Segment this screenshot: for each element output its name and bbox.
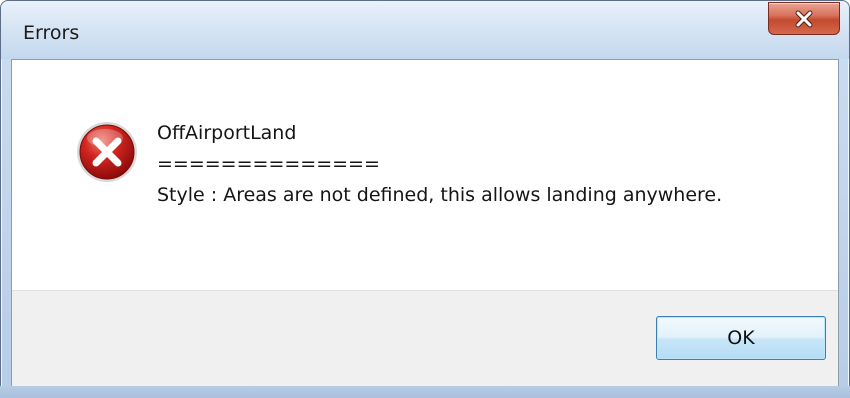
error-icon (77, 122, 137, 182)
button-bar: OK (12, 290, 838, 387)
message-body: Style : Areas are not defined, this allo… (157, 184, 723, 206)
message-heading: OffAirportLand (157, 122, 297, 144)
title-bar[interactable]: Errors (1, 1, 849, 59)
message-panel: OffAirportLand ============== Style : Ar… (12, 60, 838, 290)
dialog-client-area: OffAirportLand ============== Style : Ar… (11, 59, 839, 387)
error-dialog: Errors OffAirportLand ============== Sty… (0, 0, 850, 398)
message-separator: ============== (157, 153, 380, 175)
close-icon (795, 10, 813, 27)
error-message: OffAirportLand ============== Style : Ar… (157, 118, 722, 211)
close-button[interactable] (768, 2, 840, 35)
dialog-title: Errors (23, 22, 80, 44)
background-strip (0, 386, 850, 398)
ok-button[interactable]: OK (656, 316, 826, 360)
